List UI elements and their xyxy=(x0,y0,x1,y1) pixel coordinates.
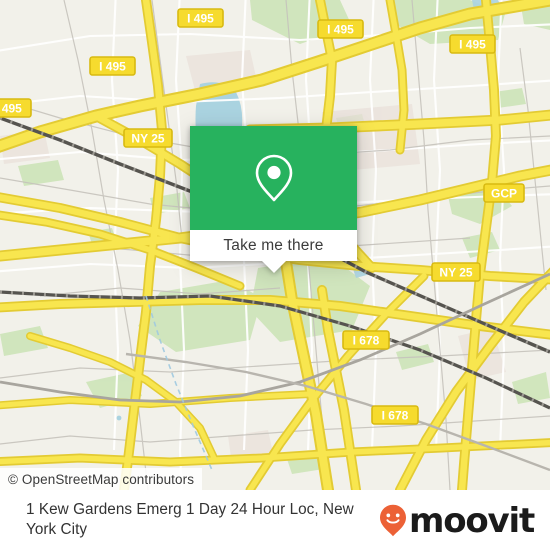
moovit-smiling-pin-icon xyxy=(379,504,406,536)
shield-ny25-b: NY 25 xyxy=(431,262,481,282)
svg-text:NY 25: NY 25 xyxy=(439,266,472,280)
shield-i495-d: I 495 xyxy=(89,56,136,76)
shield-i495-a: I 495 xyxy=(177,8,224,28)
popup-pin-area xyxy=(190,126,357,230)
shield-i495-c: I 495 xyxy=(449,34,496,54)
shield-ny25-a: NY 25 xyxy=(123,128,173,148)
location-popup-card[interactable]: Take me there xyxy=(190,126,357,273)
svg-text:I 495: I 495 xyxy=(99,60,126,74)
osm-attribution[interactable]: © OpenStreetMap contributors xyxy=(0,468,203,490)
popup-notch-arrow xyxy=(261,261,286,273)
take-me-there-label: Take me there xyxy=(223,236,324,254)
moovit-logo[interactable]: moovit xyxy=(379,501,550,541)
location-pin-icon xyxy=(255,154,292,202)
svg-text:I 678: I 678 xyxy=(382,409,409,423)
moovit-wordmark: moovit xyxy=(408,501,535,541)
popup-action-area[interactable]: Take me there xyxy=(190,230,357,261)
shield-i678-b: I 678 xyxy=(371,405,419,425)
svg-text:I 495: I 495 xyxy=(327,23,354,37)
shield-i678-a: I 678 xyxy=(342,330,390,350)
footer-bar: 1 Kew Gardens Emerg 1 Day 24 Hour Loc, N… xyxy=(0,490,550,550)
map-share-card: I 495 I 495 I 495 I 495 495 NY 25 GCP NY… xyxy=(0,0,550,550)
svg-text:I 678: I 678 xyxy=(353,334,380,348)
location-title: 1 Kew Gardens Emerg 1 Day 24 Hour Loc, N… xyxy=(26,501,354,538)
svg-text:GCP: GCP xyxy=(491,187,517,201)
shield-i495-b: I 495 xyxy=(317,19,364,39)
shield-gcp: GCP xyxy=(483,183,525,203)
svg-text:I 495: I 495 xyxy=(0,102,22,116)
svg-text:NY 25: NY 25 xyxy=(131,132,164,146)
shield-i495-e: I 495 xyxy=(0,98,32,118)
svg-text:I 495: I 495 xyxy=(459,38,486,52)
svg-text:I 495: I 495 xyxy=(187,12,214,26)
